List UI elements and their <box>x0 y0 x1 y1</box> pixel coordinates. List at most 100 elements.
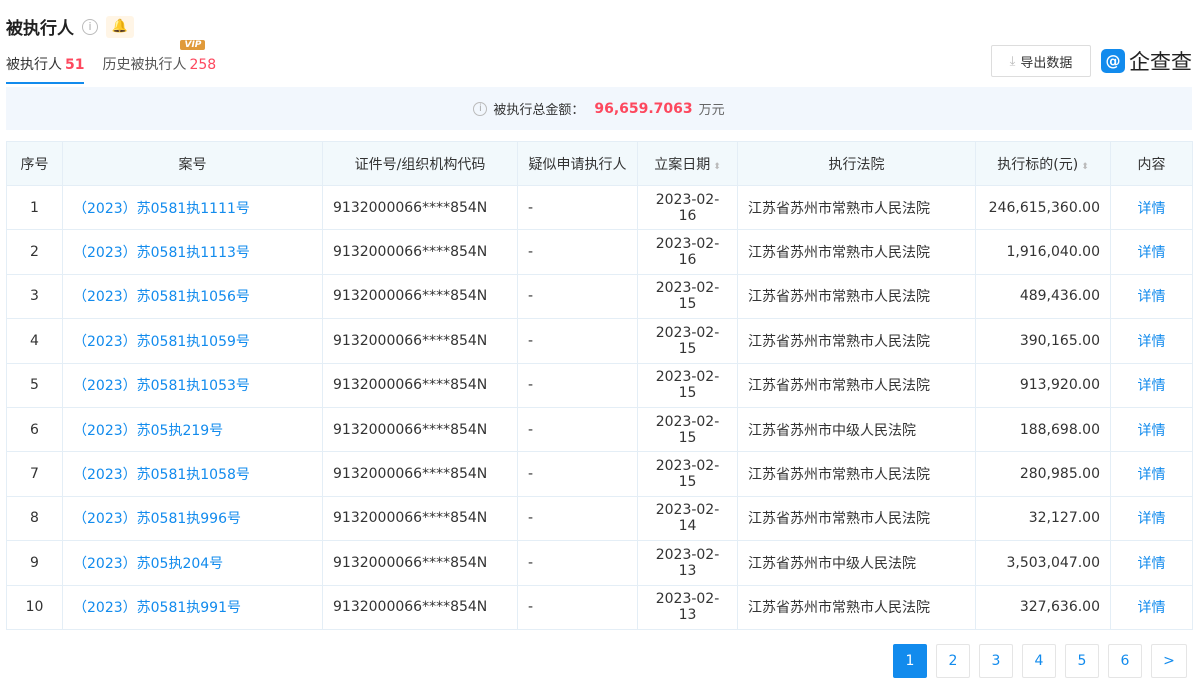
page-5-button[interactable]: 5 <box>1065 644 1099 678</box>
column-header: 内容 <box>1110 141 1193 186</box>
applicant: - <box>528 377 534 394</box>
case-number-link[interactable]: （2023）苏0581执1113号 <box>73 245 250 261</box>
case-number-link[interactable]: （2023）苏0581执1058号 <box>73 467 250 483</box>
table-row: 7 （2023）苏0581执1058号 9132000066****854N - 202… <box>6 451 1193 497</box>
column-header: 序号 <box>6 141 63 186</box>
logo-icon: @ <box>1101 49 1125 73</box>
details-link[interactable]: 详情 <box>1138 467 1166 483</box>
details-link[interactable]: 详情 <box>1138 600 1166 616</box>
tab-count: 258 <box>189 57 217 73</box>
amount: 280,985.00 <box>1019 466 1100 483</box>
details-link[interactable]: 详情 <box>1138 423 1166 439</box>
table-cell: - <box>517 406 638 453</box>
table-cell: （2023）苏0581执1058号 <box>62 451 323 497</box>
table-cell: 2023-02-13 <box>637 540 738 586</box>
table-cell: 江苏省苏州市常熟市人民法院 <box>737 318 976 364</box>
column-header: 案号 <box>62 141 323 186</box>
table-cell: 江苏省苏州市常熟市人民法院 <box>737 273 976 320</box>
table-cell: 9132000066****854N <box>322 495 518 542</box>
case-number-link[interactable]: （2023）苏0581执991号 <box>73 600 241 616</box>
id-code: 9132000066****854N <box>333 244 488 261</box>
case-number-link[interactable]: （2023）苏0581执1059号 <box>73 334 250 350</box>
table-cell: （2023）苏0581执1111号 <box>62 184 323 231</box>
tab-executed[interactable]: 被执行人 51 <box>6 54 85 84</box>
filing-date: 2023-02-16 <box>655 236 720 269</box>
details-link[interactable]: 详情 <box>1138 289 1166 305</box>
table-cell: 9132000066****854N <box>322 184 518 231</box>
details-link[interactable]: 详情 <box>1138 201 1166 217</box>
next-page-button[interactable]: > <box>1151 644 1187 678</box>
table-cell: （2023）苏0581执996号 <box>62 495 323 542</box>
court: 江苏省苏州市中级人民法院 <box>748 555 916 572</box>
table-cell: 7 <box>6 451 63 497</box>
details-link[interactable]: 详情 <box>1138 245 1166 261</box>
filing-date: 2023-02-13 <box>655 591 720 624</box>
page-1-button[interactable]: 1 <box>893 644 927 678</box>
row-index: 5 <box>30 377 39 394</box>
page-4-button[interactable]: 4 <box>1022 644 1056 678</box>
applicant: - <box>528 554 534 571</box>
case-number-link[interactable]: （2023）苏05执219号 <box>73 423 223 439</box>
export-button[interactable]: ⤓ 导出数据 <box>991 45 1091 77</box>
table-cell: 江苏省苏州市常熟市人民法院 <box>737 229 976 275</box>
table-cell: 江苏省苏州市常熟市人民法院 <box>737 362 976 408</box>
filing-date: 2023-02-14 <box>655 502 720 535</box>
row-index: 9 <box>30 554 39 571</box>
sort-icon[interactable]: ⬍ <box>1081 162 1089 172</box>
filing-date: 2023-02-15 <box>655 413 720 446</box>
table-cell: （2023）苏0581执1113号 <box>62 229 323 275</box>
sort-icon[interactable]: ⬍ <box>713 162 721 172</box>
row-index: 6 <box>30 421 39 438</box>
column-header-label: 序号 <box>20 156 49 173</box>
table-cell: - <box>517 318 638 364</box>
table-cell: 江苏省苏州市常熟市人民法院 <box>737 451 976 497</box>
bell-icon[interactable]: 🔔 <box>106 15 134 38</box>
table-cell: - <box>517 540 638 586</box>
id-code: 9132000066****854N <box>333 554 488 571</box>
table-cell: 1,916,040.00 <box>975 229 1111 275</box>
table-cell: （2023）苏0581执1053号 <box>62 362 323 408</box>
table-cell: - <box>517 229 638 275</box>
info-icon: i <box>473 101 488 116</box>
qichacha-logo: @ 企查查 <box>1101 46 1192 76</box>
case-number-link[interactable]: （2023）苏0581执1056号 <box>73 289 250 305</box>
vip-badge: VIP <box>180 40 206 50</box>
table-cell: 188,698.00 <box>975 406 1111 453</box>
details-link[interactable]: 详情 <box>1138 556 1166 572</box>
court: 江苏省苏州市常熟市人民法院 <box>748 600 930 617</box>
tab-label: 历史被执行人 <box>102 57 187 73</box>
case-number-link[interactable]: （2023）苏0581执1111号 <box>73 201 250 217</box>
table-cell: 8 <box>6 495 63 542</box>
court: 江苏省苏州市常熟市人民法院 <box>748 378 930 395</box>
column-header[interactable]: 执行标的(元) ⬍ <box>975 141 1111 186</box>
logo-text: 企查查 <box>1129 50 1192 74</box>
table-cell: （2023）苏05执219号 <box>62 406 323 453</box>
filing-date: 2023-02-15 <box>655 458 720 491</box>
page-2-button[interactable]: 2 <box>936 644 970 678</box>
tab-label: 被执行人 <box>6 57 62 73</box>
tab-history-executed[interactable]: VIP 历史被执行人 258 <box>102 40 217 84</box>
amount: 1,916,040.00 <box>1006 244 1100 261</box>
table-cell: （2023）苏0581执991号 <box>62 584 323 630</box>
page-3-button[interactable]: 3 <box>979 644 1013 678</box>
details-link[interactable]: 详情 <box>1138 378 1166 394</box>
case-number-link[interactable]: （2023）苏0581执1053号 <box>73 378 250 394</box>
page-6-button[interactable]: 6 <box>1108 644 1142 678</box>
info-icon[interactable]: i <box>82 18 98 35</box>
table-cell: 2023-02-13 <box>637 584 738 630</box>
download-icon: ⤓ <box>1009 53 1016 69</box>
court: 江苏省苏州市常熟市人民法院 <box>748 200 930 217</box>
case-number-link[interactable]: （2023）苏0581执996号 <box>73 511 241 527</box>
table-cell: 江苏省苏州市常熟市人民法院 <box>737 495 976 542</box>
table-cell: 详情 <box>1110 184 1193 231</box>
table-cell: 9 <box>6 540 63 586</box>
details-link[interactable]: 详情 <box>1138 334 1166 350</box>
amount: 327,636.00 <box>1019 599 1100 616</box>
case-number-link[interactable]: （2023）苏05执204号 <box>73 556 223 572</box>
column-header-label: 疑似申请执行人 <box>528 156 627 173</box>
applicant: - <box>528 599 534 616</box>
details-link[interactable]: 详情 <box>1138 511 1166 527</box>
court: 江苏省苏州市常熟市人民法院 <box>748 333 930 350</box>
column-header[interactable]: 立案日期 ⬍ <box>637 141 738 186</box>
id-code: 9132000066****854N <box>333 288 488 305</box>
